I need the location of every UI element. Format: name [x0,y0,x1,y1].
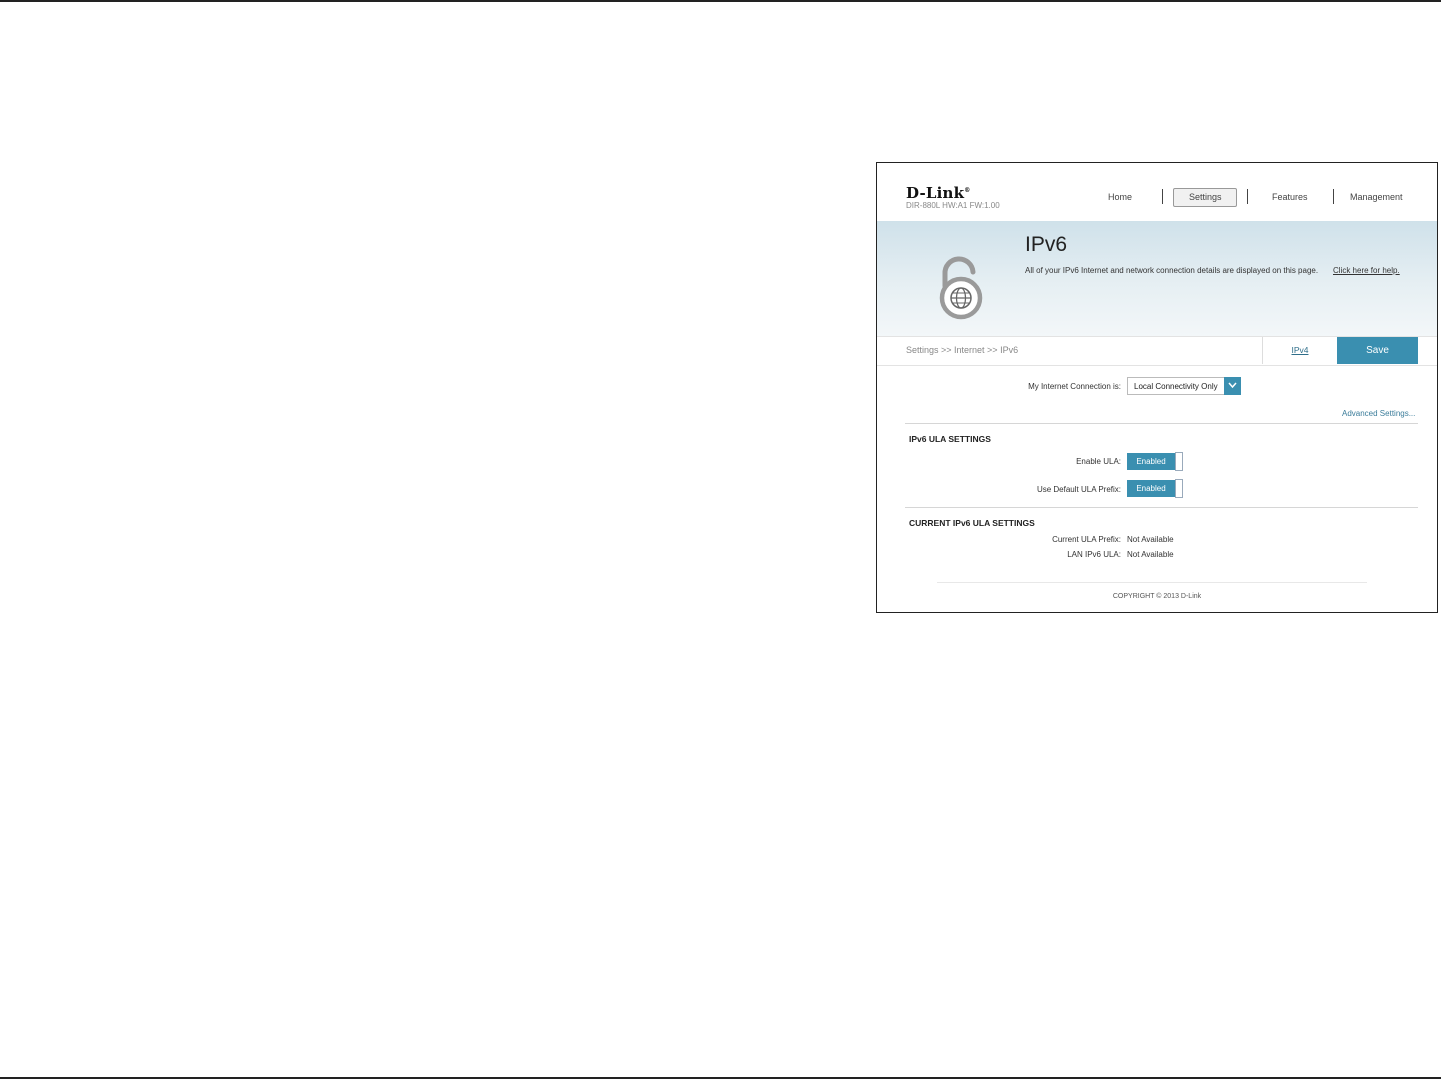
default-ula-prefix-toggle[interactable]: Enabled [1127,479,1184,499]
nav-separator [1247,189,1248,204]
page-top-rule [0,0,1441,2]
footer-divider [937,582,1367,583]
nav-settings[interactable]: Settings [1189,192,1222,202]
enable-ula-toggle[interactable]: Enabled [1127,452,1184,472]
help-link[interactable]: Click here for help. [1333,266,1400,275]
nav-separator [1333,189,1334,204]
ula-settings-title: IPv6 ULA SETTINGS [909,434,991,444]
nav-separator [1162,189,1163,204]
section-divider [905,507,1418,508]
breadcrumb-bar: Settings >> Internet >> IPv6 IPv4 Save [877,336,1437,366]
toggle-knob [1175,452,1183,471]
page-bottom-rule [0,1077,1441,1079]
connection-select-value: Local Connectivity Only [1134,382,1218,391]
page-description: All of your IPv6 Internet and network co… [1025,266,1319,275]
breadcrumb: Settings >> Internet >> IPv6 [906,345,1019,355]
enable-ula-label: Enable ULA: [1076,457,1121,466]
ipv4-link[interactable]: IPv4 [1262,337,1338,364]
default-ula-prefix-state: Enabled [1127,480,1175,497]
nav-management[interactable]: Management [1350,192,1403,202]
enable-ula-state: Enabled [1127,453,1175,470]
advanced-settings-link[interactable]: Advanced Settings... [1342,409,1415,418]
default-ula-prefix-label: Use Default ULA Prefix: [1036,485,1121,494]
nav-home[interactable]: Home [1108,192,1132,202]
nav-features[interactable]: Features [1272,192,1308,202]
chevron-down-icon[interactable] [1224,377,1241,395]
connection-select[interactable]: Local Connectivity Only [1127,377,1241,395]
unlocked-globe-icon [937,256,985,325]
page-banner: IPv6 All of your IPv6 Internet and netwo… [877,221,1437,336]
save-button[interactable]: Save [1337,337,1418,364]
connection-label: My Internet Connection is: [1028,382,1121,391]
top-bar: D-Link® DIR-880L HW:A1 FW:1.00 Home Sett… [877,163,1437,221]
lan-ipv6-ula-value: Not Available [1127,550,1174,559]
model-info: DIR-880L HW:A1 FW:1.00 [906,201,1000,210]
router-screenshot: D-Link® DIR-880L HW:A1 FW:1.00 Home Sett… [876,162,1438,613]
copyright: COPYRIGHT © 2013 D-Link [1112,593,1202,600]
current-ula-prefix-label: Current ULA Prefix: [1052,535,1121,544]
toggle-knob [1175,479,1183,498]
section-divider [905,423,1418,424]
current-ula-prefix-value: Not Available [1127,535,1174,544]
dlink-logo: D-Link® [906,184,971,202]
current-ula-title: CURRENT IPv6 ULA SETTINGS [909,518,1035,528]
page-title: IPv6 [1025,233,1068,256]
lan-ipv6-ula-label: LAN IPv6 ULA: [1067,550,1121,559]
